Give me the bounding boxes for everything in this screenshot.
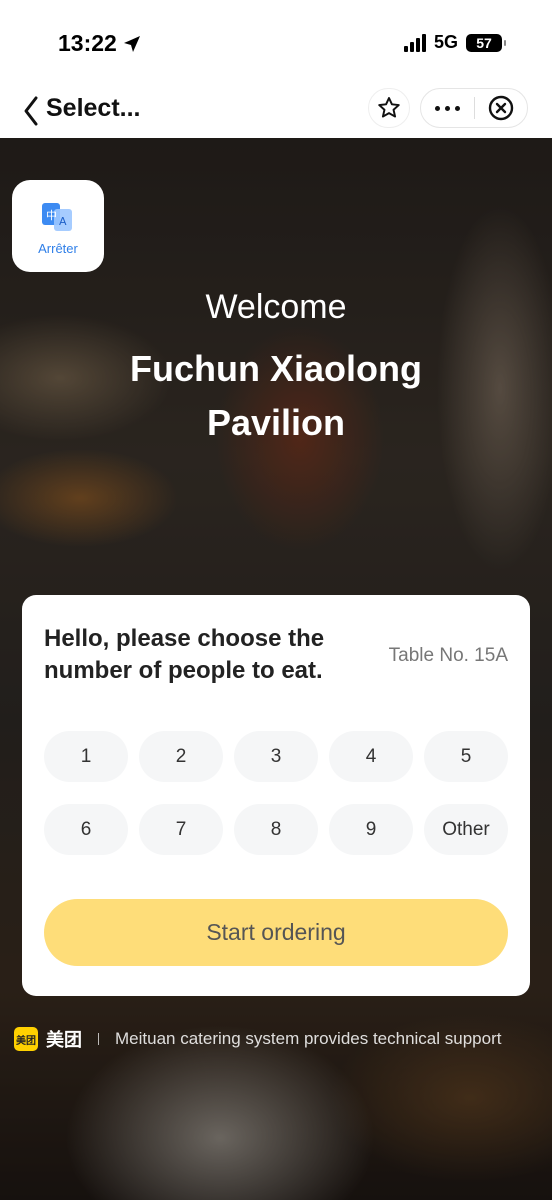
svg-text:A: A bbox=[59, 215, 67, 228]
meituan-brand: 美团 bbox=[46, 1030, 82, 1050]
close-circle-icon bbox=[488, 95, 514, 121]
table-number: Table No. 15A bbox=[388, 645, 508, 666]
status-time: 13:22 bbox=[58, 30, 141, 57]
people-count-option[interactable]: 3 bbox=[234, 731, 318, 782]
nav-bar: Select... bbox=[0, 88, 552, 138]
nav-title: Select... bbox=[46, 94, 141, 122]
battery-icon: 57 bbox=[466, 33, 506, 52]
cellular-signal-icon bbox=[403, 33, 426, 52]
start-ordering-button[interactable]: Start ordering bbox=[44, 899, 508, 966]
people-count-option[interactable]: 5 bbox=[424, 731, 508, 782]
translate-app-badge[interactable]: 中 A Arrêter bbox=[12, 180, 104, 272]
people-count-other-option[interactable]: Other bbox=[424, 804, 508, 855]
people-count-option[interactable]: 8 bbox=[234, 804, 318, 855]
location-arrow-icon bbox=[123, 35, 140, 52]
people-count-option[interactable]: 7 bbox=[139, 804, 223, 855]
restaurant-name: Fuchun Xiaolong Pavilion bbox=[130, 348, 422, 443]
miniprogram-capsule bbox=[420, 88, 528, 128]
close-miniprogram-button[interactable] bbox=[475, 89, 527, 127]
favorite-button[interactable] bbox=[368, 88, 410, 128]
people-count-option[interactable]: 6 bbox=[44, 804, 128, 855]
powered-by-footer: 美团 美团 Meituan catering system provides t… bbox=[14, 1026, 501, 1052]
technical-support-text: Meituan catering system provides technic… bbox=[115, 1029, 502, 1048]
footer-divider bbox=[98, 1033, 99, 1045]
battery-level: 57 bbox=[476, 34, 492, 51]
svg-text:中: 中 bbox=[46, 209, 57, 222]
meituan-logo: 美团 bbox=[14, 1027, 38, 1051]
status-bar: 13:22 5G 57 bbox=[0, 0, 552, 88]
back-chevron-icon[interactable] bbox=[20, 92, 44, 130]
people-count-option[interactable]: 9 bbox=[329, 804, 413, 855]
status-indicators: 5G 57 bbox=[403, 32, 506, 53]
network-type: 5G bbox=[433, 32, 458, 52]
party-size-prompt: Hello, please choose the number of peopl… bbox=[44, 625, 325, 684]
status-time-text: 13:22 bbox=[58, 30, 117, 56]
star-icon bbox=[378, 97, 400, 118]
app-badge-label: Arrêter bbox=[38, 240, 78, 256]
more-options-icon[interactable] bbox=[421, 89, 474, 127]
people-count-option[interactable]: 2 bbox=[139, 731, 223, 782]
welcome-text: Welcome bbox=[205, 288, 347, 326]
people-count-grid: 1 2 3 4 5 6 7 8 9 Other bbox=[44, 731, 508, 855]
people-count-option[interactable]: 1 bbox=[44, 731, 128, 782]
translate-icon: 中 A bbox=[42, 202, 72, 231]
party-size-card: Hello, please choose the number of peopl… bbox=[22, 595, 530, 996]
people-count-option[interactable]: 4 bbox=[329, 731, 413, 782]
